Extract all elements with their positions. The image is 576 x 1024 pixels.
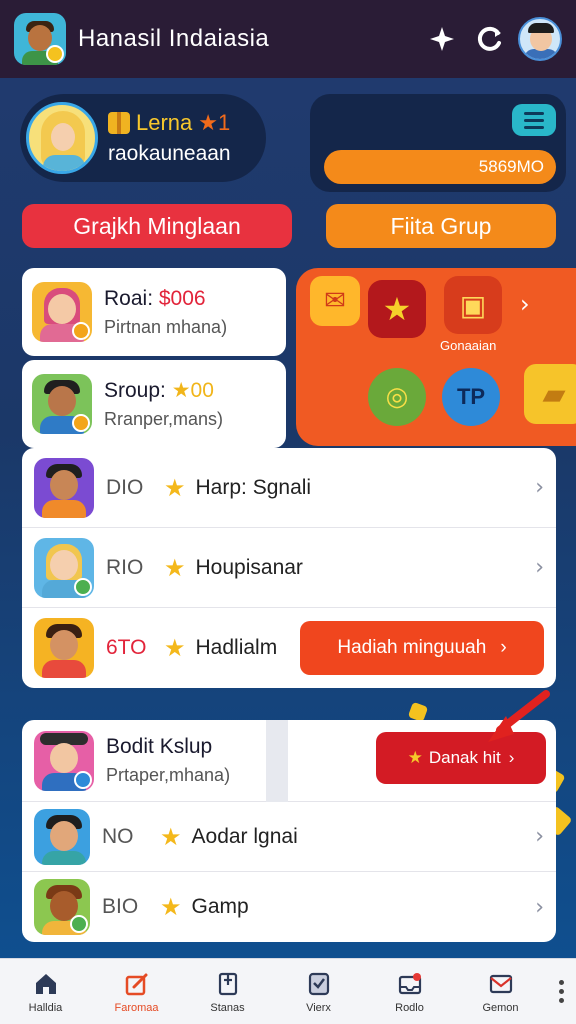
nav-item-vierx[interactable]: Vierx (273, 970, 364, 1014)
avatar (34, 879, 90, 935)
list-item[interactable]: RIO ★ Houpisanar › (22, 528, 556, 608)
tp-button[interactable]: TP (442, 368, 500, 426)
row-label: Gamp (191, 895, 249, 918)
list-item[interactable]: NO ★ Aodar lgnai › (22, 802, 556, 872)
nav-label: Rodlo (395, 1001, 424, 1014)
nav-item-rodlo[interactable]: Rodlo (364, 970, 455, 1014)
divider (266, 720, 288, 802)
list-item[interactable]: 6TO ★ Hadlialm Hadiah minguuah › (22, 608, 556, 688)
avatar (34, 457, 94, 518)
rewards-label: Gonaaian (440, 338, 497, 353)
nav-label: Gemon (482, 1001, 519, 1014)
list-item[interactable]: Sroup: ★00 Rranper,mans) (22, 360, 286, 448)
bookmark-icon (214, 970, 242, 998)
more-options-icon[interactable] (546, 980, 576, 1003)
group-action-label: Danak hit (428, 748, 501, 767)
mail-icon (487, 970, 515, 998)
chevron-right-icon[interactable]: › (535, 824, 544, 849)
card-title: Sroup: (104, 379, 166, 402)
star-icon: ★ (160, 893, 182, 921)
list-item[interactable]: BIO ★ Gamp › (22, 872, 556, 942)
edit-icon (123, 970, 151, 998)
star-icon[interactable]: ★ (368, 280, 426, 338)
shield-icon (305, 970, 333, 998)
refresh-icon[interactable] (470, 19, 510, 59)
nav-label: Faromaa (114, 1001, 159, 1014)
chevron-right-icon: › (508, 748, 515, 767)
star-icon: ★ (160, 822, 182, 851)
primary-action-button[interactable]: Grajkh Minglaan (22, 204, 292, 248)
menu-icon (524, 111, 544, 115)
avatar (32, 374, 92, 434)
sparkle-icon[interactable] (422, 19, 462, 59)
inbox-icon (396, 970, 424, 998)
list-item[interactable]: DIO ★ Harp: Sgnali › (22, 448, 556, 528)
level-label: Lerna (136, 110, 193, 135)
weekly-reward-label: Hadiah minguuah (337, 637, 487, 658)
gold-bar-icon[interactable]: ▰ (524, 364, 576, 424)
row-code: DIO (106, 475, 144, 499)
weekly-reward-button[interactable]: Hadiah minguuah › (300, 621, 544, 675)
level-row: Lerna ★1 (108, 110, 231, 136)
row-code: BIO (102, 895, 139, 918)
star-icon: ★ (164, 634, 186, 662)
row-code: NO (102, 824, 134, 848)
chevron-right-icon[interactable]: › (535, 895, 544, 920)
card-subtitle: Rranper,mans) (104, 409, 224, 429)
row-code: RIO (106, 555, 144, 579)
nav-item-stanas[interactable]: Stanas (182, 970, 273, 1014)
row-code: 6TO (106, 636, 147, 659)
menu-button[interactable] (512, 104, 556, 136)
star-icon: ★ (407, 748, 423, 767)
card-title: Bodit Kslup (106, 735, 213, 758)
flag-icon[interactable]: ✉ (310, 276, 360, 326)
card-title: Roai: (104, 286, 154, 310)
nav-item-edit[interactable]: Faromaa (91, 970, 182, 1014)
nav-label: Vierx (306, 1001, 331, 1014)
card-amount: ★00 (171, 379, 214, 402)
row-label: Houpisanar (195, 555, 303, 579)
profile-card[interactable]: Lerna ★1 raokauneaan (20, 94, 266, 182)
chevron-right-icon: › (500, 637, 507, 658)
balance-bar: 5869MO (324, 150, 556, 184)
avatar (34, 730, 94, 791)
nav-label: Halldia (28, 1001, 63, 1014)
row-label: Aodar lgnai (191, 824, 298, 848)
card-amount: $006 (158, 286, 206, 310)
row-label: Harp: Sgnali (195, 475, 312, 499)
avatar (34, 537, 94, 598)
level-value: ★1 (198, 110, 231, 135)
bottom-navigation: Halldia Faromaa Stanas Vierx Rodlo Gemon (0, 958, 576, 1024)
secondary-action-button[interactable]: Fiita Grup (326, 204, 556, 248)
home-icon (32, 970, 60, 998)
chevron-right-icon[interactable]: › (535, 555, 544, 580)
avatar (34, 618, 94, 678)
card-subtitle: Prtaper,mhana) (106, 765, 231, 785)
avatar (34, 808, 90, 865)
rewards-panel: ✉ ★ ▣ Gonaaian › ◎ TP ▰ (296, 268, 576, 446)
app-logo[interactable] (14, 13, 66, 65)
card-subtitle: Pirtnan mhana) (104, 316, 228, 337)
profile-name: raokauneaan (108, 142, 231, 165)
nav-item-home[interactable]: Halldia (0, 970, 91, 1014)
user-avatar[interactable] (518, 17, 562, 61)
quest-list: DIO ★ Harp: Sgnali › RIO ★ Houpisanar › … (22, 448, 556, 688)
list-item[interactable]: Roai: $006 Pirtnan mhana) (22, 268, 286, 356)
avatar (32, 282, 92, 342)
row-label: Hadlialm (195, 636, 278, 659)
chest-icon[interactable]: ▣ (444, 276, 502, 334)
profile-avatar (26, 102, 98, 174)
nav-item-gemon[interactable]: Gemon (455, 970, 546, 1014)
app-title: Hanasil Indaiasia (78, 25, 270, 52)
top-app-bar: Hanasil Indaiasia (0, 0, 576, 78)
chevron-right-icon[interactable]: › (520, 290, 530, 318)
gift-icon (108, 112, 130, 134)
nav-label: Stanas (210, 1001, 245, 1014)
pointer-arrow-icon (488, 690, 550, 742)
star-icon: ★ (164, 473, 186, 502)
chevron-right-icon[interactable]: › (535, 475, 544, 500)
coin-icon[interactable]: ◎ (368, 368, 426, 426)
star-icon: ★ (164, 553, 186, 582)
